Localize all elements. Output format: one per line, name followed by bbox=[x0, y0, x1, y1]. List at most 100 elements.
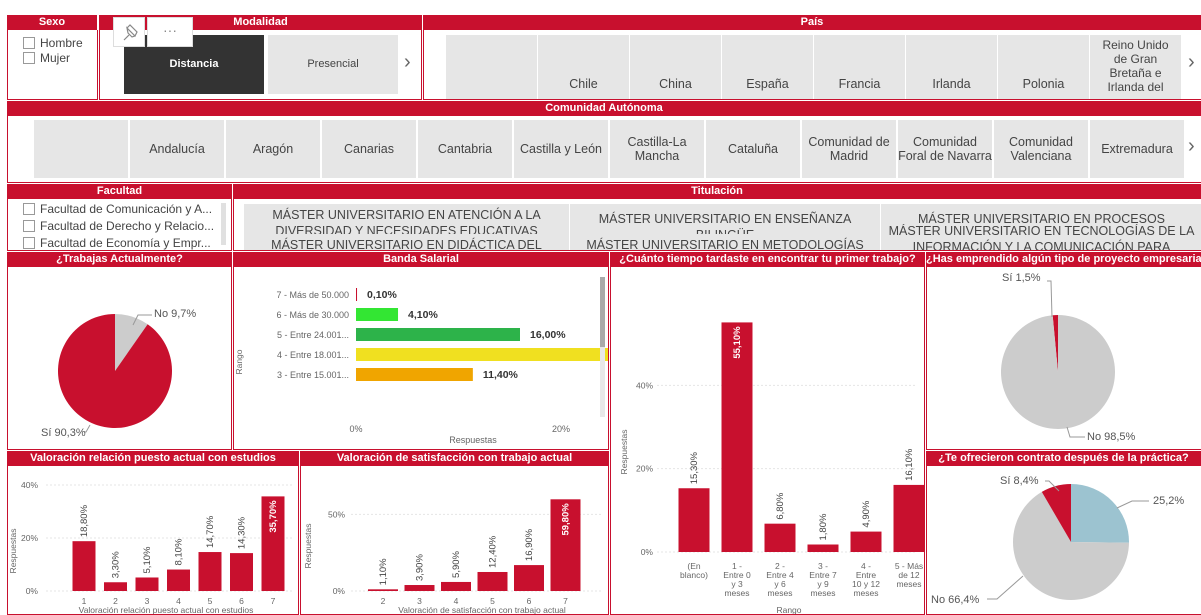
bar[interactable] bbox=[807, 544, 839, 553]
checkbox-icon[interactable] bbox=[23, 220, 35, 232]
sexo-option-mujer[interactable]: Mujer bbox=[23, 51, 70, 65]
scrollbar[interactable] bbox=[600, 277, 605, 417]
category-label: 3 - Entre 15.001... bbox=[277, 370, 349, 380]
more-options-icon[interactable]: ··· bbox=[147, 17, 193, 47]
bar[interactable] bbox=[230, 553, 253, 591]
checkbox-icon[interactable] bbox=[23, 37, 35, 49]
comunidad-slicer: Andalucía Aragón Canarias Cantabria Castilla… bbox=[7, 116, 1201, 183]
comunidad-option[interactable]: Canarias bbox=[322, 120, 416, 178]
category-label: meses bbox=[853, 588, 878, 598]
checkbox-icon[interactable] bbox=[23, 237, 35, 249]
comunidad-option[interactable]: Cataluña bbox=[706, 120, 800, 178]
bar[interactable] bbox=[441, 581, 471, 591]
facultad-option[interactable]: Facultad de Economía y Empr... bbox=[23, 236, 211, 250]
pais-option[interactable]: China bbox=[630, 35, 721, 99]
titulacion-option[interactable]: MÁSTER UNIVERSITARIO EN METODOLOGÍAS bbox=[570, 234, 880, 250]
bar[interactable] bbox=[678, 488, 710, 552]
bar[interactable] bbox=[764, 523, 796, 552]
y-tick-label: 0% bbox=[333, 586, 346, 596]
pais-header: País bbox=[423, 15, 1201, 30]
facultad-option[interactable]: Facultad de Derecho y Relacio... bbox=[23, 219, 214, 233]
data-label: 4,10% bbox=[408, 309, 438, 321]
pais-option[interactable]: Polonia bbox=[998, 35, 1089, 99]
bar[interactable] bbox=[893, 484, 925, 552]
pie-slice[interactable] bbox=[57, 314, 172, 428]
comunidad-option[interactable]: Comunidad Foral de Navarra bbox=[898, 120, 992, 178]
comunidad-option[interactable]: Castilla-La Mancha bbox=[610, 120, 704, 178]
chart-satisfaccion: 50% 0% Respuestas 1,10% 2 3,90% 3 5,90% 4 12,40% 5… bbox=[300, 466, 609, 615]
titulacion-slicer: MÁSTER UNIVERSITARIO EN ATENCIÓN A LA DI… bbox=[233, 199, 1201, 251]
bar[interactable] bbox=[104, 582, 127, 591]
bar[interactable] bbox=[850, 531, 882, 552]
bar[interactable] bbox=[356, 328, 520, 341]
bar[interactable] bbox=[477, 571, 508, 591]
category-label: 7 - Más de 50.000 bbox=[276, 290, 349, 300]
data-label: 15,30% bbox=[689, 451, 700, 484]
category-label: meses bbox=[767, 588, 792, 598]
checkbox-icon[interactable] bbox=[23, 52, 35, 64]
x-axis-label: Rango bbox=[776, 605, 801, 615]
modalidad-option-presencial[interactable]: Presencial bbox=[268, 35, 398, 94]
y-tick-label: 0% bbox=[26, 586, 39, 596]
bar[interactable] bbox=[135, 577, 159, 591]
bar[interactable] bbox=[356, 368, 473, 381]
comunidad-option[interactable]: Cantabria bbox=[418, 120, 512, 178]
pie-slice[interactable] bbox=[1001, 315, 1115, 429]
comunidad-option[interactable]: Comunidad de Madrid bbox=[802, 120, 896, 178]
facultad-option[interactable]: Facultad de Comunicación y A... bbox=[23, 202, 212, 216]
y-tick-label: 40% bbox=[636, 380, 653, 390]
titulacion-header: Titulación bbox=[233, 184, 1201, 199]
bar[interactable] bbox=[356, 308, 399, 321]
bar[interactable] bbox=[368, 589, 398, 591]
comunidad-header: Comunidad Autónoma bbox=[7, 101, 1201, 116]
pais-option[interactable]: Chile bbox=[538, 35, 629, 99]
comunidad-option[interactable]: Extremadura bbox=[1090, 120, 1184, 178]
data-label: 16,90% bbox=[524, 528, 535, 561]
chevron-right-icon[interactable]: › bbox=[1188, 52, 1195, 72]
pais-slicer: Chile China España Francia Irlanda Polonia Rei… bbox=[423, 30, 1201, 100]
pais-option[interactable] bbox=[446, 35, 537, 99]
slice-label: Sí 1,5% bbox=[1002, 272, 1041, 284]
y-axis-label: Respuestas bbox=[303, 524, 313, 569]
pais-option[interactable]: Francia bbox=[814, 35, 905, 99]
bar[interactable] bbox=[404, 585, 435, 591]
y-tick-label: 50% bbox=[328, 509, 345, 519]
sexo-option-hombre[interactable]: Hombre bbox=[23, 36, 83, 50]
comunidad-option[interactable] bbox=[34, 120, 128, 178]
bar[interactable] bbox=[356, 288, 358, 301]
data-label: 0,10% bbox=[367, 289, 397, 301]
category-label: 7 bbox=[271, 596, 276, 606]
comunidad-option[interactable]: Castilla y León bbox=[514, 120, 608, 178]
pin-icon[interactable] bbox=[113, 17, 145, 47]
pie-slice[interactable] bbox=[1071, 484, 1129, 543]
x-tick-label: 20% bbox=[552, 424, 570, 434]
checkbox-icon[interactable] bbox=[23, 203, 35, 215]
y-axis-label: Rango bbox=[234, 349, 244, 374]
bar[interactable] bbox=[356, 348, 609, 361]
data-label: 8,10% bbox=[174, 538, 185, 565]
comunidad-option[interactable]: Aragón bbox=[226, 120, 320, 178]
bar[interactable] bbox=[167, 569, 190, 591]
chart-contrato: 25,2% No 66,4% Sí 8,4% bbox=[926, 466, 1201, 615]
chevron-right-icon[interactable]: › bbox=[1188, 136, 1195, 156]
data-label: 18,80% bbox=[79, 504, 90, 537]
pais-option[interactable]: España bbox=[722, 35, 813, 99]
titulacion-option[interactable]: MÁSTER UNIVERSITARIO EN DIDÁCTICA DEL bbox=[244, 234, 569, 250]
comunidad-option[interactable]: Comunidad Valenciana bbox=[994, 120, 1088, 178]
pais-option[interactable]: Reino Unido de Gran Bretaña e Irlanda de… bbox=[1090, 35, 1181, 99]
pais-option[interactable]: Irlanda bbox=[906, 35, 997, 99]
scrollbar[interactable] bbox=[221, 203, 226, 245]
y-tick-label: 20% bbox=[636, 464, 653, 474]
slice-label: Sí 90,3% bbox=[41, 427, 86, 439]
data-label: 12,40% bbox=[488, 535, 499, 568]
data-label: 3,30% bbox=[111, 551, 122, 578]
comunidad-option[interactable]: Andalucía bbox=[130, 120, 224, 178]
chevron-right-icon[interactable]: › bbox=[404, 52, 411, 72]
data-label: 5,10% bbox=[142, 546, 153, 573]
bar[interactable] bbox=[72, 541, 96, 591]
bar-chart-tiempo: 40%20%0%Respuestas 15,30%(Enblanco)55,10%… bbox=[619, 322, 925, 615]
bar[interactable] bbox=[514, 565, 544, 591]
bar-chart-satisfaccion: 50%0%Respuestas1,10%23,90%35,90%412,40%5… bbox=[303, 499, 601, 614]
titulacion-option[interactable]: MÁSTER UNIVERSITARIO EN TECNOLOGÍAS DE L… bbox=[881, 224, 1201, 250]
bar[interactable] bbox=[198, 552, 222, 591]
